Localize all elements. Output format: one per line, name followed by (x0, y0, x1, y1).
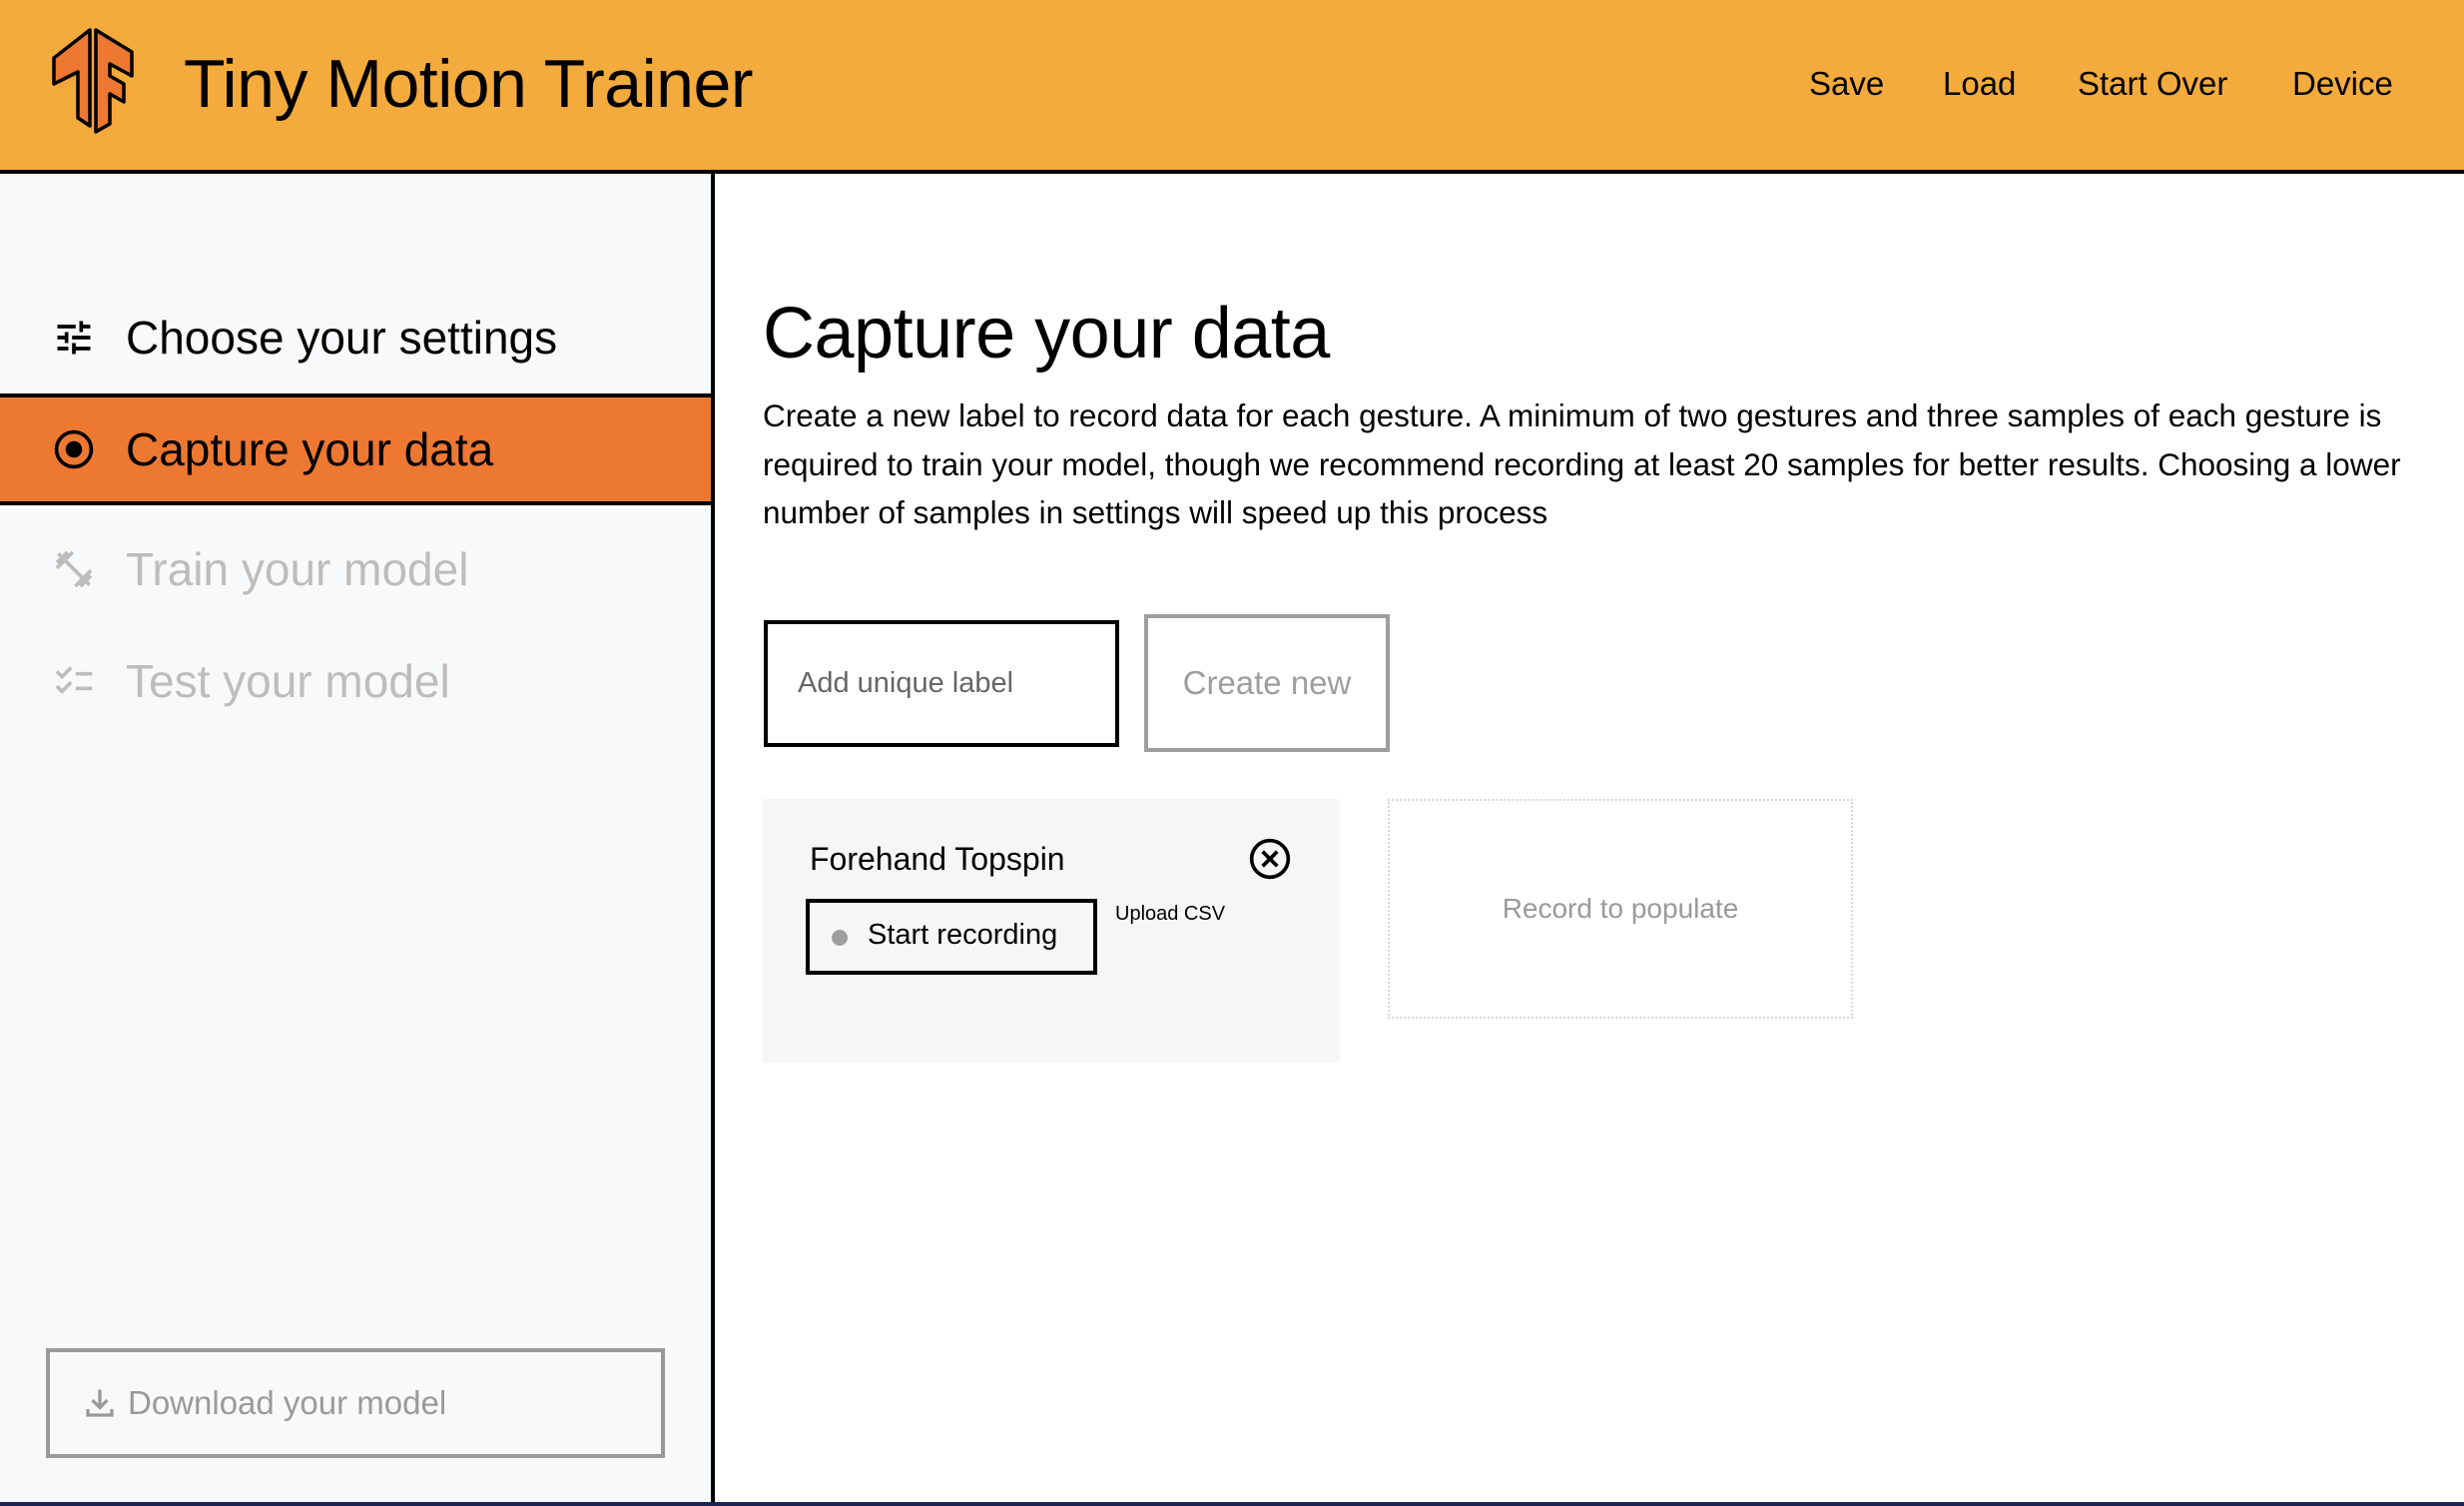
top-nav: Save Load Start Over Device (0, 60, 2464, 108)
gesture-card: Forehand Topspin Start recording Upload … (763, 799, 1340, 1063)
page-title: Capture your data (763, 294, 1330, 374)
download-icon (86, 1389, 114, 1417)
download-model-label: Download your model (128, 1384, 447, 1421)
gesture-name: Forehand Topspin (810, 841, 1065, 877)
radio-target-icon (54, 429, 94, 469)
start-recording-button[interactable]: Start recording (806, 899, 1097, 975)
start-recording-label: Start recording (868, 919, 1058, 951)
nav-start-over[interactable]: Start Over (2078, 60, 2227, 108)
sidebar: Choose your settings Capture your data T… (0, 174, 715, 1502)
download-model-button[interactable]: Download your model (46, 1348, 665, 1458)
upload-csv-link[interactable]: Upload CSV (1115, 901, 1225, 927)
unique-label-input[interactable] (764, 620, 1119, 747)
dumbbell-icon (55, 550, 93, 588)
sidebar-item-capture[interactable]: Capture your data (0, 393, 711, 505)
nav-save[interactable]: Save (1809, 60, 1884, 108)
app-header: Tiny Motion Trainer Save Load Start Over… (0, 0, 2464, 174)
sidebar-item-label: Choose your settings (126, 312, 558, 364)
nav-load[interactable]: Load (1943, 60, 2016, 108)
bottom-edge (0, 1502, 2464, 1506)
checklist-icon (55, 666, 93, 694)
tune-icon (57, 321, 91, 355)
close-icon[interactable] (1248, 837, 1292, 881)
nav-device[interactable]: Device (2292, 60, 2393, 108)
samples-placeholder: Record to populate (1388, 799, 1853, 1019)
app-root: Tiny Motion Trainer Save Load Start Over… (0, 0, 2464, 1506)
page-description: Create a new label to record data for ea… (763, 397, 2401, 530)
sidebar-item-label: Test your model (126, 655, 450, 707)
sidebar-item-label: Train your model (126, 543, 469, 595)
record-dot-icon (832, 930, 848, 946)
sidebar-item-train[interactable]: Train your model (0, 513, 711, 625)
sidebar-item-label: Capture your data (126, 423, 494, 475)
sidebar-item-test[interactable]: Test your model (0, 625, 711, 737)
create-new-button[interactable]: Create new (1144, 614, 1390, 752)
main-content: Capture your data Create a new label to … (715, 174, 2464, 1502)
sidebar-item-settings[interactable]: Choose your settings (0, 282, 711, 393)
samples-placeholder-text: Record to populate (1502, 893, 1739, 924)
